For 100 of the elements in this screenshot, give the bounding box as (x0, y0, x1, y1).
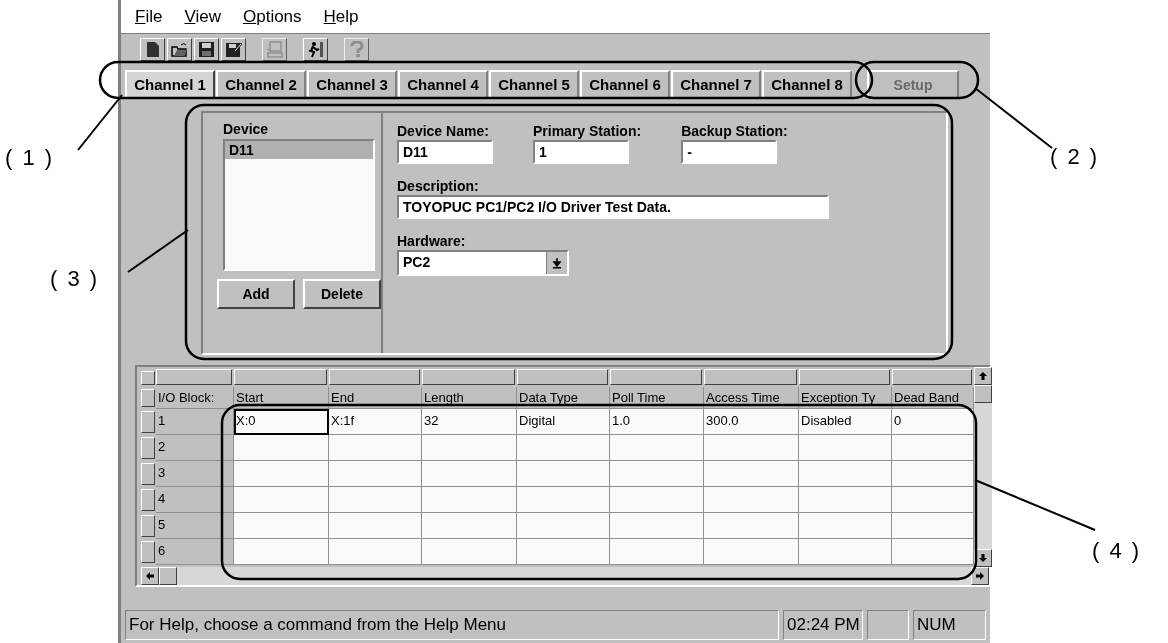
table-cell[interactable]: 0 (892, 409, 974, 435)
table-cell[interactable] (799, 461, 892, 487)
table-cell[interactable]: 1.0 (610, 409, 704, 435)
table-cell[interactable] (422, 461, 517, 487)
column-header-button[interactable] (517, 369, 608, 385)
channel-tab[interactable]: Channel 3 (307, 70, 397, 99)
table-cell[interactable]: X:1f (329, 409, 422, 435)
column-header-button[interactable] (234, 369, 327, 385)
table-cell[interactable] (234, 487, 329, 513)
row-header-button[interactable] (141, 411, 155, 433)
table-cell[interactable] (517, 513, 610, 539)
input-field[interactable]: - (681, 140, 778, 164)
table-cell[interactable] (892, 461, 974, 487)
channel-tab[interactable]: Channel 4 (398, 70, 488, 99)
table-cell[interactable] (517, 435, 610, 461)
table-cell[interactable] (422, 513, 517, 539)
list-item[interactable]: D11 (225, 141, 373, 159)
table-cell[interactable] (704, 513, 799, 539)
toolbar-button[interactable] (194, 38, 219, 61)
column-header-button[interactable] (422, 369, 515, 385)
table-cell[interactable] (704, 435, 799, 461)
table-cell[interactable]: Digital (517, 409, 610, 435)
input-field[interactable]: D11 (397, 140, 493, 164)
vertical-scrollbar[interactable] (974, 367, 992, 567)
table-cell[interactable] (892, 539, 974, 565)
table-cell[interactable] (422, 539, 517, 565)
table-cell[interactable] (610, 487, 704, 513)
input-field[interactable]: 1 (533, 140, 629, 164)
column-header-button[interactable] (329, 369, 420, 385)
column-header-button[interactable] (156, 369, 232, 385)
scroll-thumb[interactable] (159, 567, 177, 585)
table-cell[interactable] (517, 487, 610, 513)
table-cell[interactable] (610, 435, 704, 461)
hardware-dropdown[interactable]: PC2 (397, 250, 569, 276)
right-arrow-icon (975, 571, 985, 581)
table-cell[interactable] (704, 539, 799, 565)
table-cell[interactable] (234, 513, 329, 539)
row-header-button[interactable] (141, 371, 155, 385)
table-cell[interactable] (517, 461, 610, 487)
table-cell[interactable] (329, 539, 422, 565)
toolbar-button[interactable] (167, 38, 192, 61)
column-header-button[interactable] (799, 369, 890, 385)
input-field[interactable]: TOYOPUC PC1/PC2 I/O Driver Test Data. (397, 195, 829, 219)
question-mark-icon (348, 41, 365, 58)
table-cell[interactable] (892, 487, 974, 513)
horizontal-scrollbar[interactable] (141, 567, 989, 585)
channel-tab[interactable]: Channel 5 (489, 70, 579, 99)
table-cell[interactable] (329, 435, 422, 461)
channel-tab[interactable]: Channel 8 (762, 70, 852, 99)
table-cell[interactable] (329, 487, 422, 513)
table-cell[interactable]: X:0 (234, 409, 329, 435)
row-header-button[interactable] (141, 437, 155, 459)
row-header-button[interactable] (141, 489, 155, 511)
table-cell[interactable] (892, 513, 974, 539)
row-header-button[interactable] (141, 389, 155, 407)
channel-tab[interactable]: Channel 6 (580, 70, 670, 99)
table-cell[interactable] (422, 487, 517, 513)
channel-tab[interactable]: Channel 1 (125, 70, 215, 99)
table-cell[interactable] (799, 435, 892, 461)
table-cell[interactable] (329, 461, 422, 487)
row-number: 4 (156, 487, 234, 513)
column-header-button[interactable] (892, 369, 972, 385)
leader-line (77, 94, 123, 151)
table-cell[interactable] (610, 461, 704, 487)
table-cell[interactable] (704, 461, 799, 487)
table-cell[interactable]: 300.0 (704, 409, 799, 435)
channel-tab[interactable]: Channel 7 (671, 70, 761, 99)
table-cell[interactable] (799, 539, 892, 565)
table-cell[interactable] (610, 539, 704, 565)
table-cell[interactable] (234, 435, 329, 461)
toolbar-button[interactable] (140, 38, 165, 61)
table-cell[interactable] (799, 513, 892, 539)
table-cell[interactable] (234, 461, 329, 487)
action-button[interactable]: Add (217, 279, 295, 309)
action-button[interactable]: Delete (303, 279, 381, 309)
table-cell[interactable]: Disabled (799, 409, 892, 435)
table-cell[interactable] (234, 539, 329, 565)
table-cell[interactable] (610, 513, 704, 539)
scroll-thumb[interactable] (974, 385, 992, 403)
table-cell[interactable] (422, 435, 517, 461)
table-cell[interactable] (329, 513, 422, 539)
table-cell[interactable] (704, 487, 799, 513)
column-header-button[interactable] (610, 369, 702, 385)
device-list[interactable]: D11 (223, 139, 375, 271)
toolbar-button[interactable] (303, 38, 328, 61)
table-cell[interactable]: 32 (422, 409, 517, 435)
table-cell[interactable] (799, 487, 892, 513)
row-header-button[interactable] (141, 515, 155, 537)
channel-tab[interactable]: Channel 2 (216, 70, 306, 99)
toolbar-button[interactable] (221, 38, 246, 61)
table-cell[interactable] (517, 539, 610, 565)
menu-item[interactable]: Options (242, 6, 302, 27)
column-header-button[interactable] (704, 369, 797, 385)
menu-item[interactable]: File (135, 6, 163, 27)
table-cell[interactable] (892, 435, 974, 461)
row-header-button[interactable] (141, 463, 155, 485)
menu-item[interactable]: View (184, 6, 221, 27)
dropdown-arrow-icon (552, 257, 562, 269)
menu-item[interactable]: Help (323, 6, 359, 27)
row-header-button[interactable] (141, 541, 155, 563)
